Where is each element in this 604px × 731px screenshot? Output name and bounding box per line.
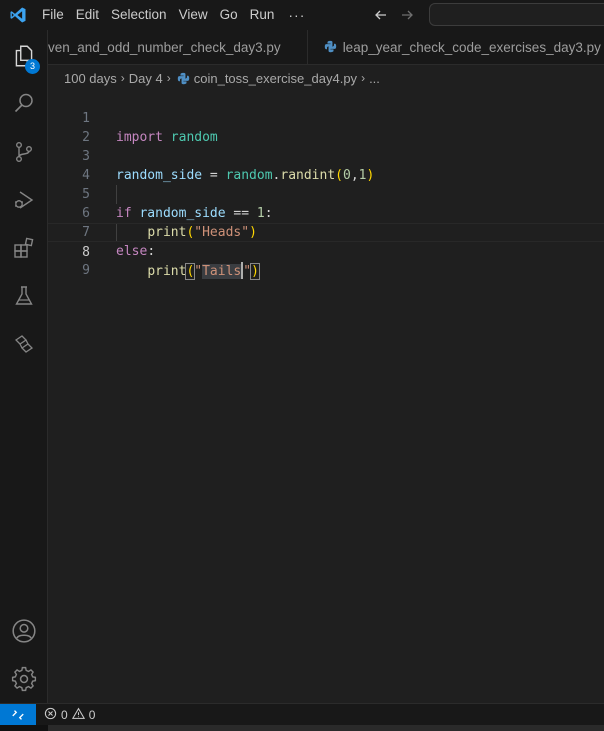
vscode-logo-icon <box>0 0 36 30</box>
breadcrumb-symbols[interactable]: ... <box>369 71 380 86</box>
breadcrumb-folder-100-days[interactable]: 100 days <box>64 71 117 86</box>
run-debug-icon[interactable] <box>0 177 48 223</box>
menu-bar: File Edit Selection View Go Run ··· <box>36 0 313 30</box>
menu-edit[interactable]: Edit <box>70 0 105 30</box>
breadcrumb: 100 days › Day 4 › coin_toss_exercise_da… <box>48 66 604 90</box>
token-string-quote: " <box>243 264 252 279</box>
tab-label: leap_year_check_code_exercises_day3.py <box>342 40 601 55</box>
menu-selection[interactable]: Selection <box>105 0 173 30</box>
chevron-right-icon: › <box>120 71 125 85</box>
remote-indicator-icon[interactable] <box>0 703 36 726</box>
editor-tabs: ven_and_odd_number_check_day3.py leap_ye… <box>48 30 604 65</box>
token-paren-matched: ) <box>250 263 260 280</box>
testing-flask-icon[interactable] <box>0 273 48 319</box>
code-line-3: 3 random_side = random.randint(0,1) <box>48 128 604 183</box>
code-editor[interactable]: 1 import random 2 3 random_side = random… <box>48 90 604 703</box>
command-center-search[interactable] <box>429 3 604 26</box>
account-icon[interactable] <box>0 608 48 654</box>
chevron-right-icon: › <box>166 71 171 85</box>
title-bar: File Edit Selection View Go Run ··· <box>0 0 604 30</box>
settings-gear-icon[interactable] <box>0 656 48 702</box>
line-number: 9 <box>82 263 90 278</box>
remote-explorer-icon[interactable] <box>0 321 48 367</box>
code-line-8: 8 print("Tails ") <box>48 223 604 280</box>
menu-go[interactable]: Go <box>214 0 244 30</box>
tab-label: ven_and_odd_number_check_day3.py <box>48 40 281 55</box>
warning-count: 0 <box>88 707 96 722</box>
code-line-1: 1 import random <box>48 90 604 145</box>
scroll-strip <box>48 725 604 731</box>
more-menu-button[interactable]: ··· <box>280 7 313 23</box>
error-count: 0 <box>61 707 68 722</box>
menu-file[interactable]: File <box>36 0 70 30</box>
extensions-icon[interactable] <box>0 225 48 271</box>
search-icon[interactable] <box>0 80 48 126</box>
code-line-9: 9 <box>48 242 604 278</box>
taskbar-strip <box>0 725 604 731</box>
breadcrumb-folder-day4[interactable]: Day 4 <box>129 71 163 86</box>
back-arrow-icon[interactable] <box>370 0 392 30</box>
code-line-7: 7 else: <box>48 204 604 259</box>
menu-run[interactable]: Run <box>244 0 281 30</box>
token-string-highlighted: Tails <box>202 264 242 279</box>
tab-leap-year-check[interactable]: leap_year_check_code_exercises_day3.py <box>307 30 604 64</box>
code-line-2: 2 <box>48 109 604 145</box>
explorer-icon[interactable]: 3 <box>0 33 48 79</box>
warning-icon <box>71 707 85 723</box>
chevron-right-icon: › <box>361 71 366 85</box>
token-string-quote: " <box>194 264 203 279</box>
python-file-icon <box>324 40 337 56</box>
explorer-badge: 3 <box>25 59 40 74</box>
code-line-4: 4 <box>48 147 604 183</box>
problems-status[interactable]: 0 0 <box>42 707 97 723</box>
code-line-5: 5 if random_side == 1: <box>48 166 604 221</box>
forward-arrow-icon[interactable] <box>396 0 418 30</box>
breadcrumb-file[interactable]: coin_toss_exercise_day4.py <box>194 71 357 86</box>
activity-bar: 3 <box>0 30 48 703</box>
code-line-6: 6 print("Heads") <box>48 185 604 240</box>
error-icon <box>44 707 57 723</box>
python-file-icon <box>177 72 190 85</box>
status-bar: 0 0 <box>0 703 604 726</box>
source-control-icon[interactable] <box>0 129 48 175</box>
token-function: print <box>147 264 187 279</box>
tab-even-odd-check[interactable]: ven_and_odd_number_check_day3.py <box>48 30 308 64</box>
menu-view[interactable]: View <box>173 0 214 30</box>
